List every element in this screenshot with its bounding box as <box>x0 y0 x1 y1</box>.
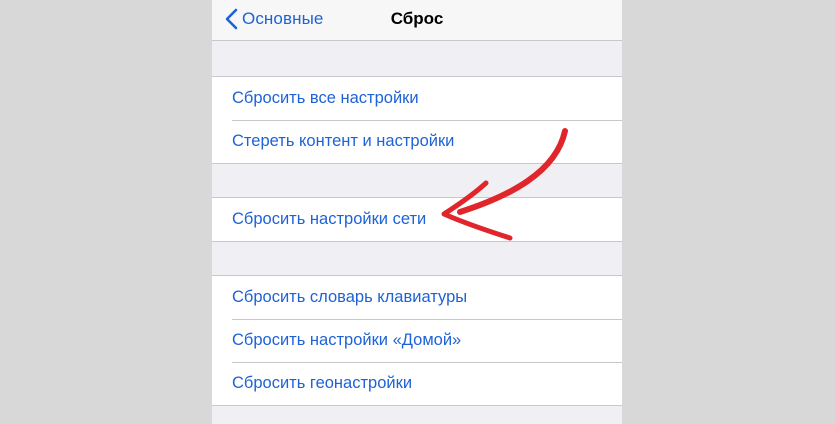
page-title: Сброс <box>390 9 444 28</box>
list-item-label: Сбросить геонастройки <box>232 374 413 392</box>
reset-group-general: Сбросить все настройки Стереть контент и… <box>212 76 622 164</box>
list-item-label: Сбросить настройки сети <box>232 210 427 228</box>
erase-content-and-settings-item[interactable]: Стереть контент и настройки <box>212 120 622 163</box>
settings-screen: Основные Сброс Сбросить все настройки Ст… <box>212 0 622 424</box>
list-item-label: Сбросить настройки «Домой» <box>232 331 462 349</box>
reset-group-other: Сбросить словарь клавиатуры Сбросить нас… <box>212 275 622 406</box>
reset-home-screen-layout-item[interactable]: Сбросить настройки «Домой» <box>212 319 622 362</box>
list-item-label: Стереть контент и настройки <box>232 132 455 150</box>
list-item-label: Сбросить все настройки <box>232 89 419 107</box>
reset-all-settings-item[interactable]: Сбросить все настройки <box>212 77 622 120</box>
reset-keyboard-dictionary-item[interactable]: Сбросить словарь клавиатуры <box>212 276 622 319</box>
list-item-label: Сбросить словарь клавиатуры <box>232 288 468 306</box>
navigation-bar: Основные Сброс <box>212 0 622 41</box>
reset-location-privacy-item[interactable]: Сбросить геонастройки <box>212 362 622 405</box>
reset-network-settings-item[interactable]: Сбросить настройки сети <box>212 198 622 241</box>
reset-group-network: Сбросить настройки сети <box>212 197 622 242</box>
